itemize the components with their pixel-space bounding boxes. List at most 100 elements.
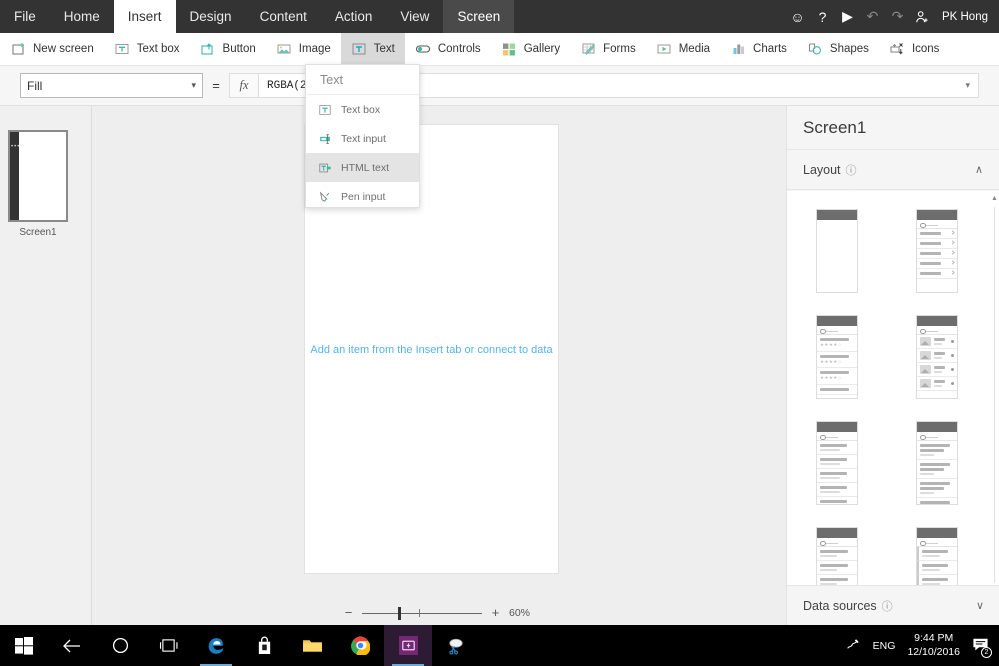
media-icon (656, 41, 673, 58)
ribbon-shapes[interactable]: Shapes (797, 33, 879, 65)
property-selector[interactable]: Fill ▾ (20, 73, 203, 98)
menu-tab-insert[interactable]: Insert (113, 0, 176, 33)
notification-center-icon[interactable]: 2 (972, 636, 992, 658)
menu-tab-view[interactable]: View (386, 0, 443, 33)
layout-option-list-detail[interactable] (916, 421, 958, 505)
ribbon-image[interactable]: Image (266, 33, 341, 65)
menu-tab-design[interactable]: Design (176, 0, 246, 33)
share-user-icon[interactable] (910, 0, 935, 33)
zoom-slider-handle[interactable] (398, 606, 401, 620)
pen-icon[interactable] (845, 637, 861, 654)
dropdown-item-pen-input[interactable]: Pen input (306, 182, 419, 211)
layout-header-bar (917, 528, 957, 538)
layout-option-list-rating[interactable]: ★★★★☆ ★★★★☆ ★★★★☆ (816, 315, 858, 399)
data-sources-section-header[interactable]: Data sources ⓘ ∨ (787, 585, 999, 625)
menu-tab-screen[interactable]: Screen (443, 0, 515, 33)
button-icon (200, 41, 217, 58)
menu-tab-action[interactable]: Action (321, 0, 387, 33)
ribbon-media[interactable]: Media (646, 33, 720, 65)
layout-header-bar (817, 422, 857, 432)
menu-tab-home[interactable]: Home (50, 0, 114, 33)
layout-option-list-chevron[interactable] (916, 209, 958, 293)
layout-header-bar (917, 422, 957, 432)
language-indicator[interactable]: ENG (873, 640, 896, 652)
charts-icon (730, 41, 747, 58)
layout-search-row (817, 326, 857, 335)
menu-tab-content[interactable]: Content (246, 0, 321, 33)
file-explorer-button[interactable] (288, 625, 336, 666)
dropdown-item-html-text[interactable]: HTML text (306, 153, 419, 182)
connect-to-data-link[interactable]: connect to data (477, 344, 552, 356)
layout-option-blank[interactable] (816, 209, 858, 293)
ribbon-charts[interactable]: Charts (720, 33, 797, 65)
help-icon[interactable]: ? (810, 0, 835, 33)
task-view-button[interactable] (144, 625, 192, 666)
chevron-down-icon: ▾ (191, 80, 196, 90)
play-preview-icon[interactable]: ▶ (835, 0, 860, 33)
dropdown-item-label: Text input (341, 132, 386, 145)
screen-more-options-icon[interactable]: ••• (11, 144, 20, 150)
powerapps-studio-window: File Home Insert Design Content Action V… (0, 0, 999, 666)
ribbon-icons[interactable]: Icons (879, 33, 950, 65)
ribbon-new-screen[interactable]: New screen (0, 33, 104, 65)
zoom-percentage-label: 60% (509, 606, 531, 619)
layout-option-list-image-dot[interactable] (916, 315, 958, 399)
redo-icon[interactable]: ↷ (885, 0, 910, 33)
layout-gallery[interactable]: ★★★★☆ ★★★★☆ ★★★★☆ ▲ (787, 191, 999, 600)
windows-taskbar: ENG 9:44 PM 12/10/2016 2 (0, 625, 999, 666)
undo-icon[interactable]: ↶ (860, 0, 885, 33)
edge-button[interactable] (192, 625, 240, 666)
zoom-slider[interactable] (362, 606, 482, 620)
ribbon-text-box[interactable]: Text box (104, 33, 190, 65)
snipping-tool-button[interactable] (432, 625, 480, 666)
menu-tab-file[interactable]: File (0, 0, 50, 33)
smiley-icon[interactable]: ☺ (785, 0, 810, 33)
start-button[interactable] (0, 625, 48, 666)
layout-header-bar (817, 528, 857, 538)
ribbon-label: Text (373, 43, 395, 55)
back-button[interactable] (48, 625, 96, 666)
screens-pane: ••• Screen1 (0, 106, 92, 625)
layout-header-bar (917, 316, 957, 326)
chevron-up-icon[interactable]: ∧ (975, 163, 983, 176)
zoom-out-button[interactable]: − (343, 605, 354, 620)
canvas-area: Add an item from the Insert tab or conne… (92, 106, 786, 625)
ribbon-label: Gallery (523, 43, 561, 55)
ribbon-controls[interactable]: Controls (405, 33, 491, 65)
chevron-down-icon[interactable]: ∨ (976, 599, 984, 612)
layout-row (817, 385, 857, 395)
ribbon-forms[interactable]: Forms (570, 33, 646, 65)
screen-thumbnail[interactable]: ••• (8, 130, 68, 222)
layout-row (917, 259, 957, 269)
help-circle-icon[interactable]: ⓘ (882, 598, 893, 614)
system-tray: ENG 9:44 PM 12/10/2016 2 (845, 632, 999, 658)
chrome-button[interactable] (336, 625, 384, 666)
dropdown-item-text-box[interactable]: Text box (306, 95, 419, 124)
screen-thumbnail-item[interactable]: ••• Screen1 (8, 130, 68, 238)
ribbon-button[interactable]: Button (190, 33, 266, 65)
layout-section-header[interactable]: Layout ⓘ ∧ (787, 150, 999, 190)
clock[interactable]: 9:44 PM 12/10/2016 (907, 632, 960, 658)
cortana-button[interactable] (96, 625, 144, 666)
dropdown-item-text-input[interactable]: Text input (306, 124, 419, 153)
ribbon-gallery[interactable]: Gallery (491, 33, 570, 65)
powerapps-button[interactable] (384, 625, 432, 666)
layout-gallery-scrollbar[interactable]: ▲ ▼ (991, 195, 998, 595)
help-circle-icon[interactable]: ⓘ (846, 162, 857, 178)
zoom-in-button[interactable]: + (490, 605, 501, 620)
layout-row: ★★★★☆ (817, 352, 857, 368)
user-name-label[interactable]: PK Hong (942, 11, 990, 23)
text-box-icon (114, 41, 131, 58)
text-input-icon (317, 131, 333, 147)
formula-expand-chevron-icon[interactable]: ▾ (965, 80, 970, 91)
layout-row (917, 269, 957, 279)
store-button[interactable] (240, 625, 288, 666)
ribbon-text[interactable]: Text (340, 33, 405, 65)
layout-grid: ★★★★☆ ★★★★☆ ★★★★☆ (787, 191, 987, 600)
scroll-up-icon[interactable]: ▲ (991, 195, 998, 202)
ribbon-label: Charts (753, 43, 787, 55)
canvas-hint-text: Add an item from the Insert tab (310, 344, 462, 356)
layout-option-list-two-line[interactable] (816, 421, 858, 505)
text-insert-dropdown[interactable]: Text Text box Text input HTML text Pen i… (305, 64, 420, 208)
data-sources-section-label: Data sources (803, 598, 877, 613)
